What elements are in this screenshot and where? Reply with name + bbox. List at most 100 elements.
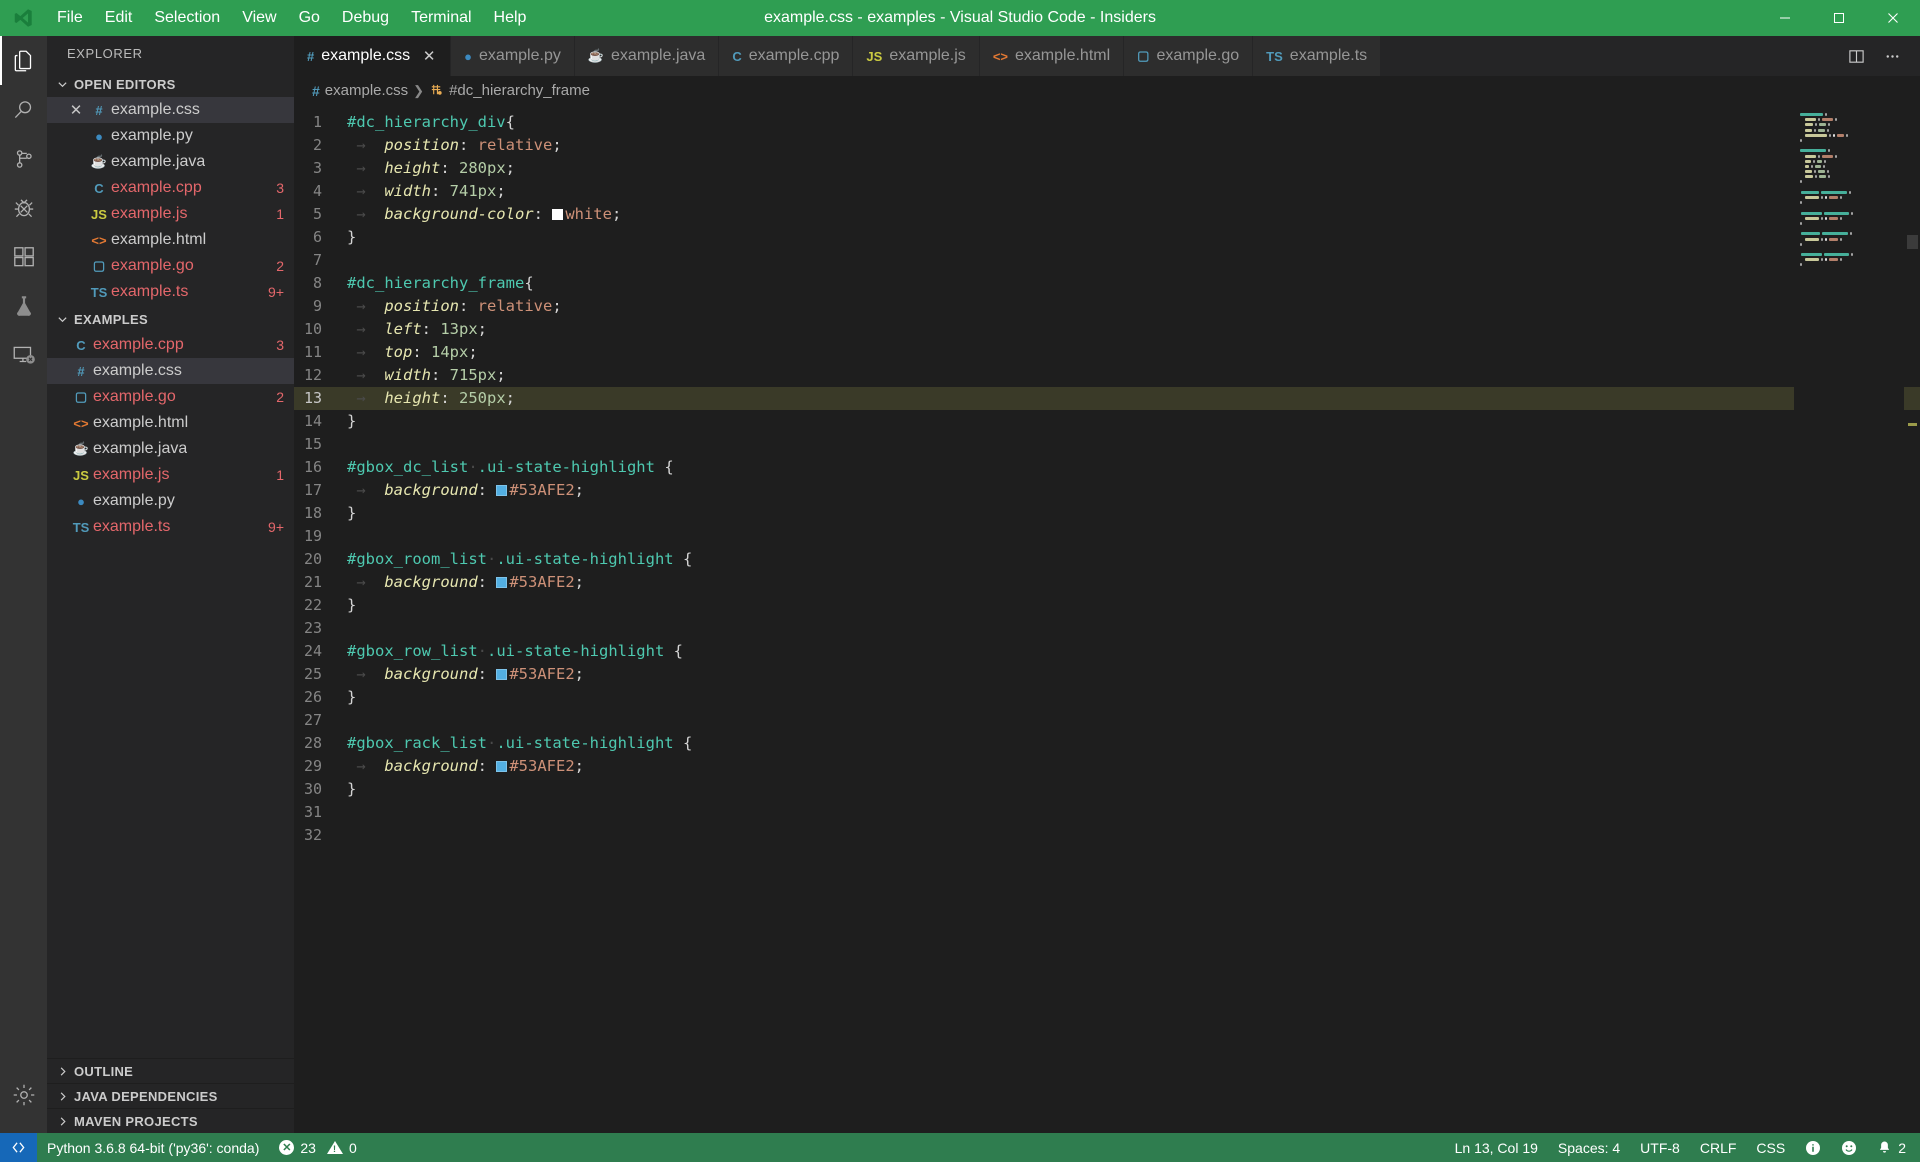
code-scroll-area[interactable]: 1#dc_hierarchy_div{2 → position: relativ…	[294, 105, 1920, 1133]
section-examples[interactable]: EXAMPLES	[47, 306, 294, 332]
status-python-interpreter[interactable]: Python 3.6.8 64-bit ('py36': conda)	[37, 1133, 269, 1162]
code-line[interactable]: 16#gbox_dc_list·.ui-state-highlight {	[294, 456, 1920, 479]
code-line[interactable]: 24#gbox_row_list·.ui-state-highlight {	[294, 640, 1920, 663]
menu-debug[interactable]: Debug	[331, 5, 400, 31]
close-button[interactable]	[1866, 0, 1920, 36]
code-line[interactable]: 1#dc_hierarchy_div{	[294, 111, 1920, 134]
file-example-html[interactable]: <>example.html	[47, 410, 294, 436]
color-swatch-icon[interactable]	[496, 485, 507, 496]
activity-extensions[interactable]	[0, 232, 47, 281]
breadcrumb-file[interactable]: # example.css	[312, 82, 408, 99]
code-editor[interactable]: 1#dc_hierarchy_div{2 → position: relativ…	[294, 105, 1920, 1133]
status-encoding[interactable]: UTF-8	[1630, 1133, 1690, 1162]
activity-remote[interactable]	[0, 330, 47, 379]
code-line[interactable]: 10 → left: 13px;	[294, 318, 1920, 341]
section-maven-projects[interactable]: MAVEN PROJECTS	[47, 1108, 294, 1133]
code-line[interactable]: 3 → height: 280px;	[294, 157, 1920, 180]
code-line[interactable]: 13 → height: 250px;	[294, 387, 1920, 410]
file-example-cpp[interactable]: Cexample.cpp3	[47, 332, 294, 358]
tab-example-js[interactable]: JSexample.js	[853, 36, 979, 76]
editor-vertical-scrollbar[interactable]	[1904, 105, 1920, 1133]
menu-terminal[interactable]: Terminal	[400, 5, 482, 31]
split-editor-icon[interactable]	[1842, 42, 1870, 70]
close-icon[interactable]: ✕	[65, 101, 87, 119]
tab-example-html[interactable]: <>example.html	[980, 36, 1124, 76]
tab-example-java[interactable]: ☕example.java	[575, 36, 719, 76]
tab-example-cpp[interactable]: Cexample.cpp	[719, 36, 853, 76]
code-line[interactable]: 25 → background: #53AFE2;	[294, 663, 1920, 686]
code-line[interactable]: 30}	[294, 778, 1920, 801]
color-swatch-icon[interactable]	[496, 761, 507, 772]
code-lines[interactable]: 1#dc_hierarchy_div{2 → position: relativ…	[294, 105, 1920, 847]
status-remote-button[interactable]	[0, 1133, 37, 1162]
open-editor-example-java[interactable]: ☕example.java	[47, 149, 294, 175]
activity-explorer[interactable]	[0, 36, 47, 85]
open-editor-example-go[interactable]: ▢example.go2	[47, 253, 294, 279]
tab-example-css[interactable]: #example.css✕	[294, 36, 451, 76]
code-line[interactable]: 7	[294, 249, 1920, 272]
open-editor-example-cpp[interactable]: Cexample.cpp3	[47, 175, 294, 201]
code-line[interactable]: 8#dc_hierarchy_frame{	[294, 272, 1920, 295]
scrollbar-thumb[interactable]	[1907, 235, 1918, 249]
ellipsis-icon[interactable]	[1878, 42, 1906, 70]
code-line[interactable]: 23	[294, 617, 1920, 640]
color-swatch-icon[interactable]	[496, 669, 507, 680]
menu-selection[interactable]: Selection	[143, 5, 231, 31]
menu-file[interactable]: File	[46, 5, 94, 31]
activity-testing[interactable]	[0, 281, 47, 330]
file-example-css[interactable]: #example.css	[47, 358, 294, 384]
menu-edit[interactable]: Edit	[94, 5, 144, 31]
code-line[interactable]: 17 → background: #53AFE2;	[294, 479, 1920, 502]
code-line[interactable]: 6}	[294, 226, 1920, 249]
minimize-button[interactable]	[1758, 0, 1812, 36]
code-line[interactable]: 19	[294, 525, 1920, 548]
minimap[interactable]	[1794, 105, 1904, 1133]
code-line[interactable]: 5 → background-color: white;	[294, 203, 1920, 226]
tab-example-go[interactable]: ▢example.go	[1124, 36, 1253, 76]
code-line[interactable]: 9 → position: relative;	[294, 295, 1920, 318]
color-swatch-icon[interactable]	[496, 577, 507, 588]
status-problems[interactable]: ✕ 23 0	[269, 1133, 366, 1162]
code-line[interactable]: 31	[294, 801, 1920, 824]
tab-example-py[interactable]: ●example.py	[451, 36, 575, 76]
section-java-dependencies[interactable]: JAVA DEPENDENCIES	[47, 1083, 294, 1108]
code-line[interactable]: 22}	[294, 594, 1920, 617]
code-line[interactable]: 29 → background: #53AFE2;	[294, 755, 1920, 778]
file-example-py[interactable]: ●example.py	[47, 488, 294, 514]
file-example-ts[interactable]: TSexample.ts9+	[47, 514, 294, 540]
code-line[interactable]: 27	[294, 709, 1920, 732]
open-editor-example-css[interactable]: ✕#example.css	[47, 97, 294, 123]
menu-help[interactable]: Help	[483, 5, 538, 31]
status-notifications[interactable]: 2	[1867, 1133, 1920, 1162]
code-line[interactable]: 26}	[294, 686, 1920, 709]
code-line[interactable]: 11 → top: 14px;	[294, 341, 1920, 364]
section-outline[interactable]: OUTLINE	[47, 1058, 294, 1083]
status-cursor-position[interactable]: Ln 13, Col 19	[1445, 1133, 1548, 1162]
code-line[interactable]: 12 → width: 715px;	[294, 364, 1920, 387]
activity-debug[interactable]	[0, 183, 47, 232]
tab-example-ts[interactable]: TSexample.ts	[1253, 36, 1381, 76]
open-editor-example-js[interactable]: JSexample.js1	[47, 201, 294, 227]
code-line[interactable]: 4 → width: 741px;	[294, 180, 1920, 203]
status-language-mode[interactable]: CSS	[1746, 1133, 1795, 1162]
file-example-java[interactable]: ☕example.java	[47, 436, 294, 462]
file-example-go[interactable]: ▢example.go2	[47, 384, 294, 410]
status-feedback[interactable]	[1831, 1133, 1867, 1162]
code-line[interactable]: 21 → background: #53AFE2;	[294, 571, 1920, 594]
menu-go[interactable]: Go	[288, 5, 331, 31]
code-line[interactable]: 14}	[294, 410, 1920, 433]
status-eol[interactable]: CRLF	[1690, 1133, 1747, 1162]
code-line[interactable]: 32	[294, 824, 1920, 847]
code-line[interactable]: 28#gbox_rack_list·.ui-state-highlight {	[294, 732, 1920, 755]
open-editor-example-ts[interactable]: TSexample.ts9+	[47, 279, 294, 305]
color-swatch-icon[interactable]	[552, 209, 563, 220]
status-indentation[interactable]: Spaces: 4	[1548, 1133, 1630, 1162]
activity-search[interactable]	[0, 85, 47, 134]
breadcrumb-symbol[interactable]: #dc_hierarchy_frame	[429, 82, 590, 99]
file-example-js[interactable]: JSexample.js1	[47, 462, 294, 488]
activity-source-control[interactable]	[0, 134, 47, 183]
open-editor-example-html[interactable]: <>example.html	[47, 227, 294, 253]
code-line[interactable]: 20#gbox_room_list·.ui-state-highlight {	[294, 548, 1920, 571]
section-open-editors[interactable]: OPEN EDITORS	[47, 71, 294, 97]
maximize-button[interactable]	[1812, 0, 1866, 36]
